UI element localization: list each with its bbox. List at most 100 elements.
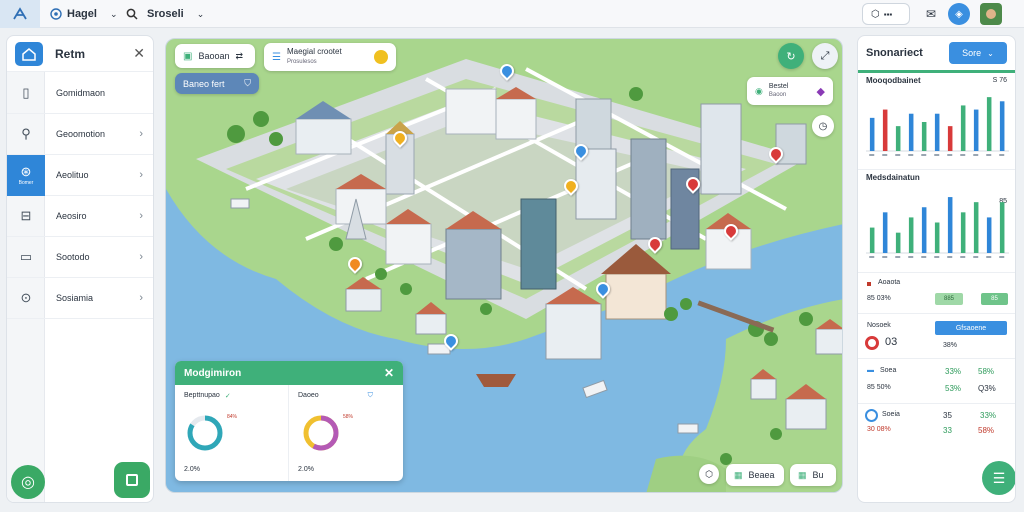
map-chip-3[interactable]: Baneo fert ⛉: [175, 73, 259, 94]
avatar[interactable]: [980, 3, 1002, 25]
chart-tick: [895, 256, 901, 258]
chart-1-plot: [866, 97, 1009, 156]
map-bottom-button-1-label: Beaea: [748, 470, 775, 480]
map-chip-3-label: Baneo fert: [183, 78, 225, 89]
sidebar-item-2[interactable]: ⚲ Geoomotion ›: [7, 114, 153, 155]
map-chip-1[interactable]: ▣ Baooan ⇄: [175, 44, 255, 68]
chevron-right-icon: ›: [139, 169, 143, 181]
chart-2: Medsdainatun 85: [858, 169, 1015, 261]
chart-tick: [908, 154, 914, 156]
chat-button[interactable]: ✉: [920, 3, 942, 25]
map-chip-4[interactable]: ◉ Bestel Baoon ◆: [747, 77, 833, 105]
recenter-button[interactable]: ◷: [812, 115, 834, 137]
house-icon: [22, 47, 36, 61]
menu-fab[interactable]: ☰: [982, 461, 1015, 495]
map-chip-2[interactable]: ☰ Maegial crootet Prosulesos: [264, 43, 396, 71]
stat-row-4[interactable]: Soeia 30 08% 35 33% 33 58%: [858, 403, 1015, 443]
stat-row-4-sub: 30 08%: [867, 426, 891, 433]
sidebar-item-3[interactable]: ⊛ Bomer Aeolituo ›: [7, 154, 153, 196]
chart-tick: [908, 256, 914, 258]
coin-icon: [374, 50, 388, 64]
bookmark-icon: ▭: [19, 249, 33, 264]
map-icon: ▯: [22, 85, 30, 100]
stat-row-2[interactable]: Nosoek 03 Gfsaoene 38%: [858, 313, 1015, 357]
nav-popup-col-2: Daoeo ⛉ 58% 2.0%: [289, 385, 403, 481]
chart-bar: [908, 217, 914, 253]
close-icon[interactable]: ✕: [384, 366, 394, 380]
chart-bar: [973, 202, 979, 253]
info-icon: [865, 409, 878, 422]
map-bottom-button-1[interactable]: ▦ Beaea: [726, 464, 784, 486]
database-icon: ☰: [272, 51, 281, 63]
stat-row-4-label: Soeia: [882, 411, 900, 418]
stat-row-4-c: 33: [943, 426, 952, 435]
expand-button[interactable]: ⤢: [812, 43, 838, 69]
sidebar-item-label: Geoomotion: [56, 129, 106, 139]
stat-row-1[interactable]: Aoaota 85 03% 885 85: [858, 272, 1015, 312]
chart-bar: [947, 126, 953, 151]
stat-row-1-sub: 85 03%: [867, 295, 891, 302]
top-menu-2[interactable]: Sroseli ⌄: [126, 5, 204, 23]
top-menu-2-label: Sroseli: [147, 8, 184, 20]
target-icon: ◎: [21, 474, 35, 491]
status-dot: [867, 282, 871, 286]
close-icon[interactable]: ✕: [133, 45, 145, 62]
chart-bar: [882, 212, 888, 253]
chart-bar: [869, 227, 875, 253]
chart-bar: [986, 217, 992, 253]
chart-1-title: Mooqodbainet: [866, 76, 921, 85]
sidebar-item-5[interactable]: ▭ Sootodo ›: [7, 237, 153, 278]
lock-button[interactable]: ⬡: [699, 464, 719, 484]
map-bottom-button-2[interactable]: ▦ Bu: [790, 464, 836, 486]
right-panel: Snonariect Sore ⌄ Mooqodbainet S 76 Meds…: [857, 35, 1016, 503]
home-button[interactable]: [0, 0, 40, 28]
chart-tick: [869, 256, 875, 258]
nav-popup-col-1: Bepttnupao ✓ 84% 2.0%: [175, 385, 289, 481]
nav-popup-header: Modgimiron ✕: [175, 361, 403, 385]
sidebar-item-4[interactable]: ⊟ Aeosiro ›: [7, 196, 153, 237]
chat-icon: ▬: [867, 367, 874, 374]
chart-2-plot: [866, 197, 1009, 258]
settings-icon: ⊙: [20, 290, 32, 305]
right-panel-header: Snonariect Sore ⌄: [858, 36, 1015, 70]
chart-2-title: Medsdainatun: [866, 173, 920, 182]
sidebar-item-label: Sosiamia: [56, 293, 94, 303]
chart-tick: [986, 256, 992, 258]
refresh-button[interactable]: ↻: [778, 43, 804, 69]
sidebar-item-6[interactable]: ⊙ Sosiamia ›: [7, 278, 153, 319]
stat-row-4-a: 35: [943, 411, 952, 420]
add-square-button[interactable]: [114, 462, 150, 498]
shield-icon: ⛉: [367, 392, 373, 399]
nav-popup-title: Modgimiron: [184, 367, 242, 379]
layers-icon: ⊟: [20, 208, 32, 223]
top-menu-1[interactable]: Hagel ⌄: [50, 5, 118, 23]
top-menu-1-label: Hagel: [67, 8, 97, 20]
notifications-button[interactable]: ◈: [948, 3, 970, 25]
left-panel-header: Retm ✕: [7, 36, 153, 72]
chart-tick: [973, 256, 979, 258]
stat-row-3-c: 53%: [945, 384, 962, 393]
sidebar-item-label: Aeosiro: [56, 211, 87, 221]
map-chip-2-text: Maegial crootet Prosulesos: [287, 47, 342, 67]
grid-icon: ▦: [734, 469, 743, 480]
chart-bar: [921, 207, 927, 253]
stat-row-1-label: Aoaota: [878, 279, 901, 286]
apps-toggle[interactable]: ⬡ ▪▪▪: [862, 3, 910, 25]
top-right-group: ⬡ ▪▪▪ ✉ ◈: [862, 2, 1002, 26]
chevron-right-icon: ›: [139, 128, 143, 140]
sidebar-item-label: Sootodo: [56, 252, 90, 262]
stat-row-3[interactable]: ▬ Soea 85 50% 33% 58% 53% Q3%: [858, 358, 1015, 402]
compass-icon: ⊛ Bomer: [7, 154, 45, 196]
chevron-down-icon: ⌄: [196, 8, 205, 19]
chart-bar: [973, 109, 979, 151]
chart-bar: [869, 117, 875, 151]
sort-button[interactable]: Sore ⌄: [949, 42, 1007, 64]
layers-icon: ▦: [798, 469, 807, 480]
chart-tick: [934, 154, 940, 156]
location-fab[interactable]: ◎: [11, 465, 45, 499]
chart-bar: [986, 97, 992, 151]
chart-bar: [895, 126, 901, 151]
chart-tick: [882, 154, 888, 156]
stat-row-2-button[interactable]: Gfsaoene: [935, 321, 1007, 335]
sidebar-item-1[interactable]: ▯ Gomidmaon: [7, 73, 153, 114]
